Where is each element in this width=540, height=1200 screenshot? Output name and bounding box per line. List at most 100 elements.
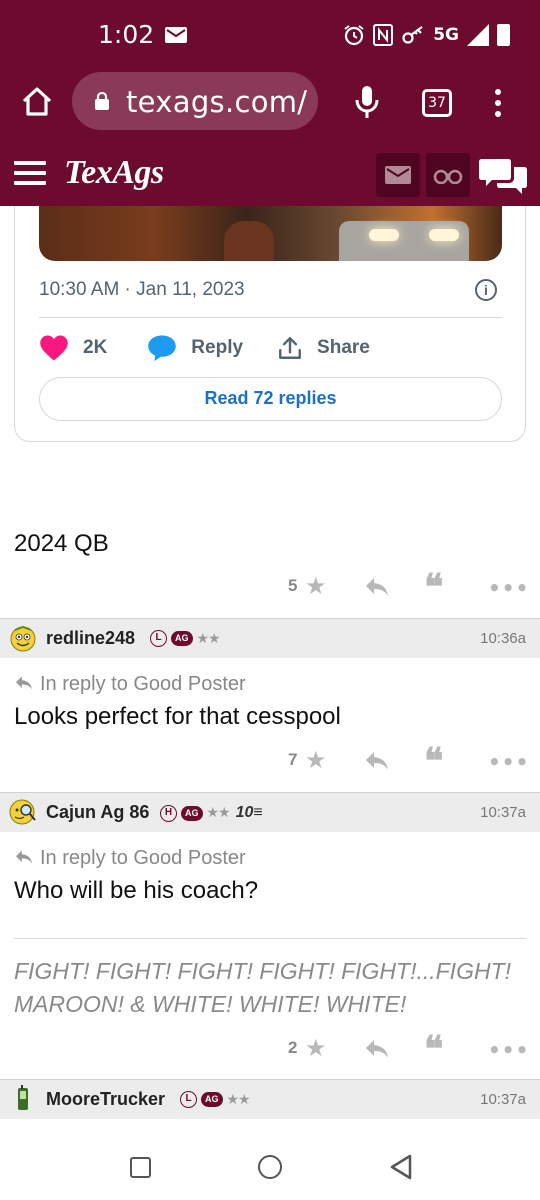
tweet-timestamp[interactable]: 10:30 AM · Jan 11, 2023 [39,279,245,301]
reply-bubble-icon[interactable] [147,334,177,362]
status-time: 1:02 [98,20,155,49]
user-badges: H AG ★★ 10≡ [160,804,263,822]
badge-ag: AG [181,805,203,821]
watch-button[interactable] [426,153,470,197]
status-bar: 1:02 5G [0,0,540,70]
status-icons: 5G [343,24,510,46]
heart-icon[interactable] [39,334,69,362]
mail-icon [165,27,187,43]
post-time[interactable]: 10:37a [480,804,526,821]
reply-button[interactable]: Reply [191,337,243,359]
tweet-divider [39,317,502,318]
post-body: Who will be his coach? [14,877,259,904]
reply-arrow-icon[interactable] [364,750,390,772]
avatar[interactable] [8,623,38,653]
tweet-image-headlight [429,229,459,241]
more-icon[interactable]: ••• [488,750,529,774]
post-time[interactable]: 10:36a [480,630,526,647]
site-logo[interactable]: TexAgs [64,154,164,192]
badge-ten: 10≡ [235,804,263,821]
back-icon[interactable] [389,1154,413,1180]
quote-icon[interactable]: ❝ [424,569,443,605]
network-label: 5G [433,25,459,45]
badge-ag: AG [171,631,193,646]
post-body: Looks perfect for that cesspool [14,703,341,730]
info-icon[interactable]: i [475,279,497,301]
username[interactable]: redline248 [46,628,135,649]
mic-icon[interactable] [352,84,382,120]
post-time[interactable]: 10:37a [480,1091,526,1108]
reply-arrow-icon [16,676,32,690]
badge-letter: L [180,1091,197,1108]
home-button[interactable] [258,1155,282,1179]
user-badges: L AG ★★ [180,1091,251,1108]
star-icon[interactable]: ★ [305,748,327,772]
in-reply-to[interactable]: In reply to Good Poster [14,673,246,696]
post-actions: 7 ★ ❝ ••• [0,743,540,780]
reply-arrow-icon [16,850,32,864]
tab-switcher-button[interactable]: 37 [422,89,452,117]
address-bar[interactable]: texags.com/ [72,72,318,130]
post-header: MooreTrucker L AG ★★ 10:37a [0,1079,540,1119]
username[interactable]: MooreTrucker [46,1089,165,1110]
post-body: 2024 QB [14,530,109,557]
star-count: 5 [288,576,298,595]
browser-toolbar: texags.com/ 37 [0,70,540,134]
envelope-icon [385,166,411,184]
site-navbar: TexAgs [0,134,540,206]
tweet-image-headlight [369,229,399,241]
tweet-image-car [339,221,469,261]
quote-icon[interactable]: ❝ [424,1031,443,1067]
post-actions: 5 ★ ❝ ••• [0,569,540,606]
read-replies-button[interactable]: Read 72 replies [39,377,502,421]
overflow-menu-icon[interactable] [488,86,508,120]
system-navigation-bar [0,1134,540,1200]
reply-arrow-icon[interactable] [364,576,390,598]
binoculars-icon [433,169,463,184]
share-button[interactable]: Share [317,337,370,359]
nfc-icon [373,24,394,46]
more-icon[interactable]: ••• [488,1038,529,1062]
more-icon[interactable]: ••• [488,576,529,600]
share-icon[interactable] [277,335,303,361]
user-badges: L AG ★★ [150,630,221,647]
rank-stars: ★★ [226,1091,251,1108]
signal-icon [467,24,489,46]
signature-divider [14,938,526,939]
star-icon[interactable]: ★ [305,1036,327,1060]
like-count: 2K [83,337,108,358]
app-root: 10:30 AM · Jan 11, 2023 i 2K Reply Share… [0,0,540,1200]
in-reply-text: In reply to Good Poster [40,673,246,695]
rank-stars: ★★ [196,630,221,647]
rank-stars: ★★ [206,805,231,821]
battery-icon [497,24,510,46]
post-header: Cajun Ag 86 H AG ★★ 10≡ 10:37a [0,792,540,832]
quote-icon[interactable]: ❝ [424,743,443,779]
avatar[interactable] [8,1084,38,1114]
avatar[interactable] [8,797,38,827]
post-actions: 2 ★ ❝ ••• [0,1031,540,1068]
badge-letter: L [150,630,167,647]
recents-button[interactable] [130,1157,151,1178]
tweet-image-figure [224,221,274,261]
key-icon [402,26,423,44]
messages-button[interactable] [376,153,420,197]
tweet-actions: 2K Reply Share [39,331,404,365]
star-icon[interactable]: ★ [305,574,327,598]
chat-icon[interactable] [478,153,528,197]
alarm-icon [344,25,364,46]
badge-ag: AG [201,1092,223,1107]
reply-arrow-icon[interactable] [364,1038,390,1060]
badge-letter: H [160,804,177,822]
home-icon[interactable] [20,85,54,119]
post-header: redline248 L AG ★★ 10:36a [0,618,540,658]
star-count: 2 [288,1038,298,1057]
lock-icon [95,92,109,110]
url-text: texags.com/ [126,85,308,119]
star-count: 7 [288,750,298,769]
in-reply-text: In reply to Good Poster [40,847,246,869]
in-reply-to[interactable]: In reply to Good Poster [14,847,246,870]
username[interactable]: Cajun Ag 86 [46,802,149,823]
user-signature: FIGHT! FIGHT! FIGHT! FIGHT! FIGHT!...FIG… [14,958,512,1017]
hamburger-menu-icon[interactable] [14,161,46,185]
